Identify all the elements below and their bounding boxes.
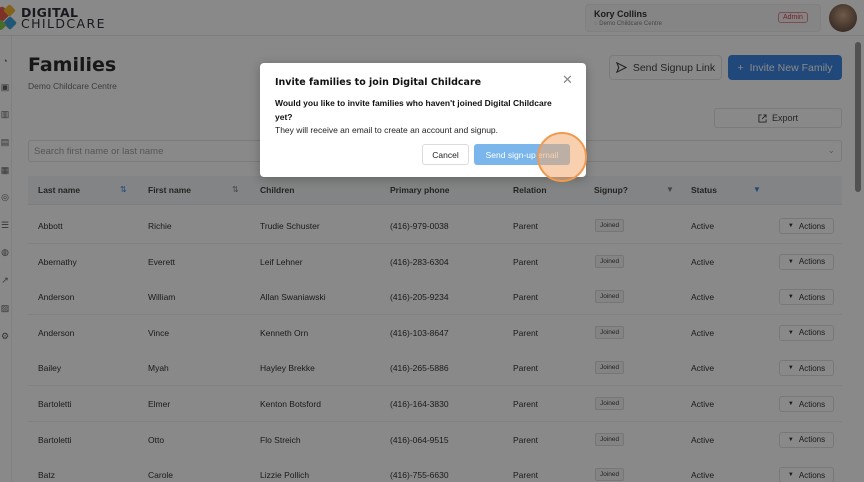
dialog-question: Would you like to invite families who ha… bbox=[275, 98, 552, 122]
dialog-body: They will receive an email to create an … bbox=[275, 125, 499, 135]
close-icon[interactable]: ✕ bbox=[562, 73, 573, 86]
dialog-title: Invite families to join Digital Childcar… bbox=[275, 77, 482, 88]
cancel-button[interactable]: Cancel bbox=[422, 144, 469, 165]
click-highlight bbox=[537, 132, 587, 182]
